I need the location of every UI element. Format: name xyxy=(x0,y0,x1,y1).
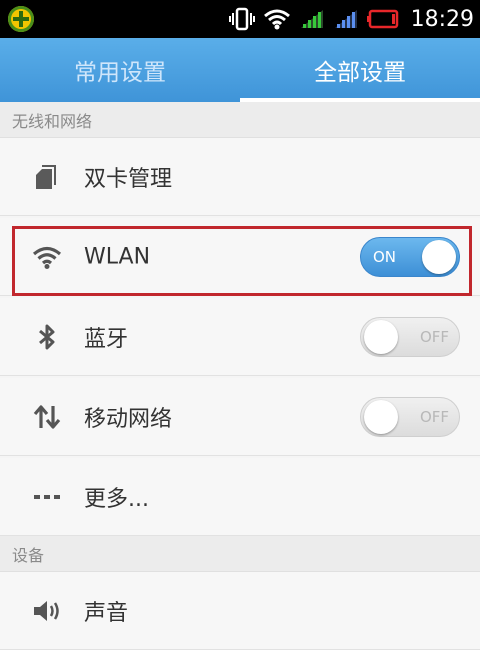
toggle-state-label: OFF xyxy=(419,407,449,426)
speaker-icon xyxy=(32,596,62,626)
row-more[interactable]: 更多... xyxy=(0,458,480,536)
mobile-network-toggle[interactable]: OFF xyxy=(360,396,460,437)
wlan-toggle[interactable]: ON xyxy=(360,236,460,277)
section-header-device: 设备 xyxy=(0,536,480,572)
app-badge-icon xyxy=(8,6,34,32)
vibrate-icon xyxy=(228,7,255,31)
row-bluetooth[interactable]: 蓝牙 OFF xyxy=(0,298,480,376)
data-transfer-icon xyxy=(32,402,62,432)
row-label: 更多... xyxy=(84,486,149,512)
toggle-state-label: OFF xyxy=(419,327,449,346)
settings-tabs: 常用设置 全部设置 xyxy=(0,38,480,102)
bluetooth-toggle[interactable]: OFF xyxy=(360,316,460,357)
signal-icon xyxy=(334,10,357,28)
battery-low-icon xyxy=(366,9,398,29)
status-bar: 18:29 xyxy=(0,0,480,38)
tab-common-settings[interactable]: 常用设置 xyxy=(0,38,240,102)
row-label: 声音 xyxy=(84,600,129,626)
toggle-knob xyxy=(364,399,398,434)
signal-icon xyxy=(300,10,323,28)
row-label: WLAN xyxy=(84,244,151,269)
toggle-state-label: ON xyxy=(373,247,397,266)
section-header-wireless: 无线和网络 xyxy=(0,102,480,138)
bluetooth-icon xyxy=(32,322,62,352)
row-label: 蓝牙 xyxy=(84,326,129,352)
status-icons: 18:29 xyxy=(228,0,474,38)
row-label: 移动网络 xyxy=(84,406,173,432)
row-wlan[interactable]: WLAN ON xyxy=(0,218,480,296)
tab-all-settings[interactable]: 全部设置 xyxy=(240,38,480,102)
more-icon xyxy=(32,482,62,512)
row-dual-sim[interactable]: 双卡管理 xyxy=(0,138,480,216)
row-label: 双卡管理 xyxy=(84,166,173,192)
row-sound[interactable]: 声音 xyxy=(0,572,480,650)
sim-card-icon xyxy=(32,162,62,192)
wifi-icon xyxy=(32,242,62,272)
row-mobile-network[interactable]: 移动网络 OFF xyxy=(0,378,480,456)
status-clock: 18:29 xyxy=(410,6,474,32)
wifi-icon xyxy=(263,9,290,30)
toggle-knob xyxy=(422,239,456,274)
toggle-knob xyxy=(364,319,398,354)
